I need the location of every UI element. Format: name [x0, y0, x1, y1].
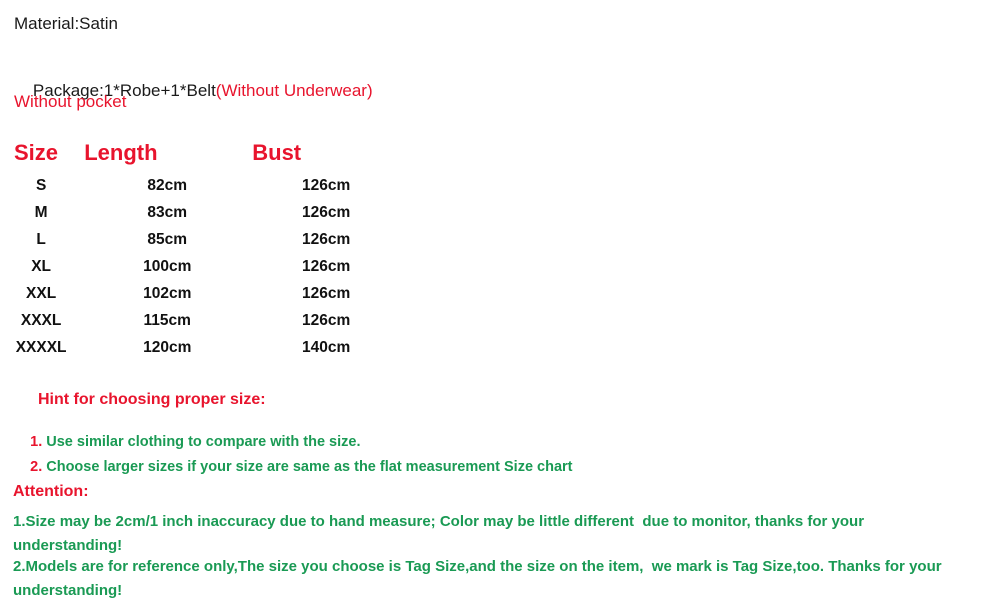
- cell-length: 85cm: [147, 230, 188, 248]
- cell-bust: 126cm: [301, 284, 351, 302]
- attention-title: Attention:: [13, 483, 89, 500]
- size-chart-table: Size Length Bust S 82cm 126cm M 83cm 126…: [0, 136, 400, 361]
- size-chart-body: S 82cm 126cm M 83cm 126cm L 85cm 126cm X…: [0, 172, 400, 361]
- cell-size: XXXL: [20, 311, 62, 329]
- column-header-size: Size: [14, 139, 59, 165]
- cell-length: 102cm: [143, 284, 192, 302]
- table-row: XXXL 115cm 126cm: [0, 307, 400, 334]
- cell-bust: 126cm: [301, 311, 351, 329]
- pocket-note: Without pocket: [14, 92, 127, 111]
- cell-size: L: [36, 230, 46, 248]
- cell-length: 115cm: [143, 311, 191, 329]
- column-header-length: Length: [84, 139, 158, 165]
- cell-bust: 140cm: [301, 338, 351, 356]
- table-row: XXL 102cm 126cm: [0, 280, 400, 307]
- size-chart-head: Size Length Bust: [0, 136, 400, 172]
- attention-item-2: 2.Models are for reference only,The size…: [13, 558, 946, 599]
- cell-length: 83cm: [147, 203, 188, 221]
- table-row: XXXXL 120cm 140cm: [0, 334, 400, 361]
- cell-length: 82cm: [147, 176, 188, 194]
- table-header-row: Size Length Bust: [0, 136, 400, 172]
- cell-size: XXL: [26, 284, 57, 302]
- hint-item-2: 2. Choose larger sizes if your size are …: [14, 443, 573, 491]
- cell-size: M: [34, 203, 48, 221]
- table-row: XL 100cm 126cm: [0, 253, 400, 280]
- cell-bust: 126cm: [301, 257, 351, 275]
- material-line: Material:Satin: [14, 14, 118, 33]
- cell-size: XXXXL: [15, 338, 67, 356]
- cell-size: S: [35, 176, 47, 194]
- size-chart-page: Material:Satin Package:1*Robe+1*Belt(Wit…: [0, 0, 984, 616]
- cell-length: 120cm: [143, 338, 192, 356]
- table-row: S 82cm 126cm: [0, 172, 400, 199]
- package-note: (Without Underwear): [215, 81, 373, 100]
- cell-bust: 126cm: [301, 176, 351, 194]
- package-line: Package:1*Robe+1*Belt(Without Underwear): [14, 61, 373, 121]
- hint-title: Hint for choosing proper size:: [38, 391, 266, 408]
- cell-bust: 126cm: [301, 203, 351, 221]
- cell-size: XL: [31, 257, 52, 275]
- cell-length: 100cm: [143, 257, 192, 275]
- attention-item-1: 1.Size may be 2cm/1 inch inaccuracy due …: [13, 513, 869, 554]
- table-row: L 85cm 126cm: [0, 226, 400, 253]
- column-header-bust: Bust: [252, 139, 302, 165]
- hint-item-2-number: 2.: [30, 459, 47, 475]
- table-row: M 83cm 126cm: [0, 199, 400, 226]
- hint-item-2-text: Choose larger sizes if your size are sam…: [46, 459, 573, 475]
- cell-bust: 126cm: [301, 230, 351, 248]
